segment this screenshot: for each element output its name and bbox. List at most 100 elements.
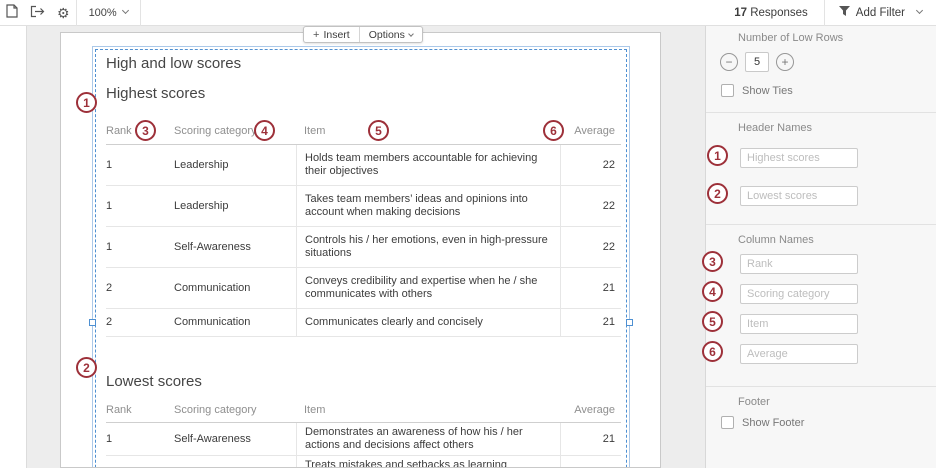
- cell-item: Demonstrates an awareness of how his / h…: [296, 423, 561, 455]
- cell-category: Communication: [174, 282, 296, 295]
- plus-icon: +: [313, 29, 319, 41]
- responses-count: 17 Responses: [718, 7, 824, 19]
- show-footer-checkbox[interactable]: [721, 416, 734, 429]
- column-name-item-input[interactable]: [740, 314, 858, 334]
- sidebar-divider: [706, 112, 936, 113]
- low-rows-value[interactable]: 5: [745, 52, 769, 72]
- decrement-button[interactable]: −: [720, 53, 738, 71]
- lowest-scores-heading: Lowest scores: [106, 373, 202, 390]
- export-button[interactable]: [24, 0, 51, 26]
- insert-options-toolbar: + Insert Options: [303, 26, 423, 43]
- annotation-badge-4: 4: [702, 281, 723, 302]
- column-name-rank-input[interactable]: [740, 254, 858, 274]
- footer-label: Footer: [738, 396, 770, 408]
- cell-average: 22: [561, 241, 621, 254]
- column-header-average: Average: [561, 125, 621, 138]
- top-toolbar: ⚙ 100% 17 Responses Add Filter: [0, 0, 936, 26]
- annotation-badge-1: 1: [76, 92, 97, 113]
- cell-category: Leadership: [174, 200, 296, 213]
- cell-average: 21: [561, 282, 621, 295]
- filter-funnel-icon: [839, 6, 850, 19]
- report-page[interactable]: High and low scores Highest scores Rank …: [60, 32, 661, 468]
- annotation-badge-1: 1: [707, 145, 728, 166]
- resize-handle-left[interactable]: [89, 319, 96, 326]
- table-row: 1 Leadership Takes team members’ ideas a…: [106, 186, 621, 227]
- annotation-badge-5: 5: [368, 120, 389, 141]
- show-ties-checkbox[interactable]: [721, 84, 734, 97]
- pdf-document-icon: [6, 4, 18, 21]
- sidebar-divider: [706, 386, 936, 387]
- cell-average: 21: [561, 433, 621, 446]
- column-header-average: Average: [561, 404, 621, 417]
- report-canvas: + Insert Options High and low scores Hig…: [0, 26, 705, 468]
- cell-average: 21: [561, 316, 621, 329]
- gear-icon: ⚙: [57, 6, 70, 20]
- cell-rank: 2: [106, 316, 174, 329]
- column-header-rank: Rank: [106, 404, 174, 417]
- highest-scores-table[interactable]: Rank Scoring category Item Average 1 Lea…: [106, 119, 621, 337]
- settings-button[interactable]: ⚙: [51, 0, 76, 26]
- cell-rank: 1: [106, 159, 174, 172]
- header-name-1-input[interactable]: [740, 148, 858, 168]
- column-header-category: Scoring category: [174, 404, 296, 417]
- options-label: Options: [369, 29, 405, 41]
- cell-item: Treats mistakes and setbacks as learning: [296, 456, 561, 468]
- table-row: 1 Leadership Holds team members accounta…: [106, 145, 621, 186]
- table-header-row: Rank Scoring category Item Average: [106, 399, 621, 423]
- annotation-badge-3: 3: [702, 251, 723, 272]
- annotation-badge-2: 2: [76, 357, 97, 378]
- cell-rank: 1: [106, 241, 174, 254]
- responses-number: 17: [734, 7, 747, 19]
- chevron-down-icon: [916, 7, 923, 14]
- cell-item: Holds team members accountable for achie…: [296, 145, 561, 185]
- table-row: 2 Communication Conveys credibility and …: [106, 268, 621, 309]
- settings-sidebar: Number of Low Rows − 5 + Show Ties Heade…: [705, 26, 936, 468]
- low-rows-stepper: − 5 +: [720, 52, 794, 72]
- cell-item: Takes team members’ ideas and opinions i…: [296, 186, 561, 226]
- insert-button[interactable]: + Insert: [304, 27, 359, 42]
- toolbar-right-group: 17 Responses Add Filter: [718, 0, 936, 26]
- zoom-value: 100%: [89, 7, 117, 19]
- insert-label: Insert: [323, 29, 349, 41]
- annotation-badge-3: 3: [135, 120, 156, 141]
- cell-category: Self-Awareness: [174, 241, 296, 254]
- annotation-badge-5: 5: [702, 311, 723, 332]
- resize-handle-right[interactable]: [626, 319, 633, 326]
- column-name-average-input[interactable]: [740, 344, 858, 364]
- increment-button[interactable]: +: [776, 53, 794, 71]
- annotation-badge-6: 6: [543, 120, 564, 141]
- header-names-label: Header Names: [738, 122, 812, 134]
- zoom-select[interactable]: 100%: [77, 0, 140, 26]
- cell-rank: 2: [106, 282, 174, 295]
- header-name-2-input[interactable]: [740, 186, 858, 206]
- column-name-category-input[interactable]: [740, 284, 858, 304]
- responses-label: Responses: [750, 7, 808, 19]
- toolbar-separator: [140, 0, 141, 26]
- pdf-export-button[interactable]: [0, 0, 24, 26]
- show-footer-label: Show Footer: [742, 417, 804, 429]
- lowest-scores-table[interactable]: Rank Scoring category Item Average 1 Sel…: [106, 399, 621, 468]
- number-of-low-rows-label: Number of Low Rows: [738, 32, 843, 44]
- options-button[interactable]: Options: [360, 27, 422, 42]
- table-row: 1 Self-Awareness Demonstrates an awarene…: [106, 423, 621, 456]
- annotation-badge-4: 4: [254, 120, 275, 141]
- add-filter-button[interactable]: Add Filter: [825, 0, 936, 26]
- table-row: Treats mistakes and setbacks as learning: [106, 456, 621, 468]
- annotation-badge-2: 2: [707, 183, 728, 204]
- sidebar-divider: [706, 224, 936, 225]
- report-title: High and low scores: [106, 55, 241, 72]
- table-row: 1 Self-Awareness Controls his / her emot…: [106, 227, 621, 268]
- cell-item: Conveys credibility and expertise when h…: [296, 268, 561, 308]
- column-header-category: Scoring category: [174, 125, 296, 138]
- cell-average: 22: [561, 159, 621, 172]
- highest-scores-heading: Highest scores: [106, 85, 205, 102]
- column-names-label: Column Names: [738, 234, 814, 246]
- column-header-item: Item: [296, 125, 561, 138]
- chevron-down-icon: [122, 7, 129, 14]
- cell-category: Self-Awareness: [174, 433, 296, 446]
- cell-item: Communicates clearly and concisely: [296, 309, 561, 336]
- column-header-item: Item: [296, 404, 561, 417]
- cell-category: Leadership: [174, 159, 296, 172]
- cell-average: 22: [561, 200, 621, 213]
- add-filter-label: Add Filter: [856, 7, 905, 19]
